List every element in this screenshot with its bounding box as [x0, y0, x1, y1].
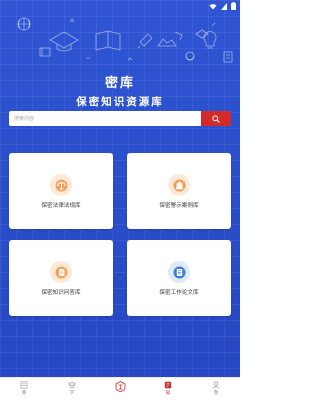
tab-emblem[interactable] [96, 378, 144, 400]
bottom-tab-bar: 库 学 知 我 [0, 377, 240, 400]
home-screen: 密库 保密知识资源库 保密法律法规库 [0, 0, 240, 377]
tab-label: 知 [165, 391, 171, 396]
tab-library[interactable]: 库 [0, 378, 48, 400]
card-label: 保密法律法规库 [41, 203, 81, 209]
battery-icon [231, 2, 236, 10]
tab-study[interactable]: 学 [48, 378, 96, 400]
badge-law [50, 174, 72, 196]
badge-case [168, 174, 190, 196]
study-icon [68, 381, 76, 388]
decorative-doodles [17, 17, 233, 63]
search-icon [212, 114, 220, 123]
badge-paper [168, 261, 190, 283]
badge-qa [50, 261, 72, 283]
card-case-library[interactable]: 保密警示案例库 [127, 153, 231, 229]
card-qa-library[interactable]: 保密知识问答库 [9, 240, 113, 316]
status-bar [0, 0, 240, 12]
app-title: 密库 [104, 76, 135, 91]
tab-profile[interactable]: 我 [192, 378, 240, 400]
library-icon [20, 381, 28, 389]
title-block: 密库 保密知识资源库 [0, 72, 240, 109]
card-paper-library[interactable]: 保密工作论文库 [127, 240, 231, 316]
card-label: 保密警示案例库 [159, 203, 199, 209]
tab-label: 库 [21, 391, 27, 396]
search-button[interactable] [201, 111, 231, 126]
alarm-icon [173, 179, 185, 191]
signal-icon [221, 2, 227, 10]
search-input[interactable] [9, 111, 201, 126]
knowledge-icon [164, 381, 172, 389]
card-label: 保密工作论文库 [159, 290, 199, 296]
scale-icon [55, 179, 67, 191]
tab-label: 我 [213, 391, 219, 396]
tab-knowledge[interactable]: 知 [144, 378, 192, 400]
card-label: 保密知识问答库 [41, 290, 81, 296]
emblem-icon [115, 381, 125, 392]
paper-book-icon [173, 266, 185, 278]
search-bar [9, 111, 231, 126]
card-law-library[interactable]: 保密法律法规库 [9, 153, 113, 229]
tab-label: 学 [69, 391, 75, 396]
wifi-icon [209, 3, 217, 9]
qa-document-icon [55, 266, 67, 278]
app-subtitle: 保密知识资源库 [76, 96, 164, 108]
profile-icon [212, 381, 220, 389]
